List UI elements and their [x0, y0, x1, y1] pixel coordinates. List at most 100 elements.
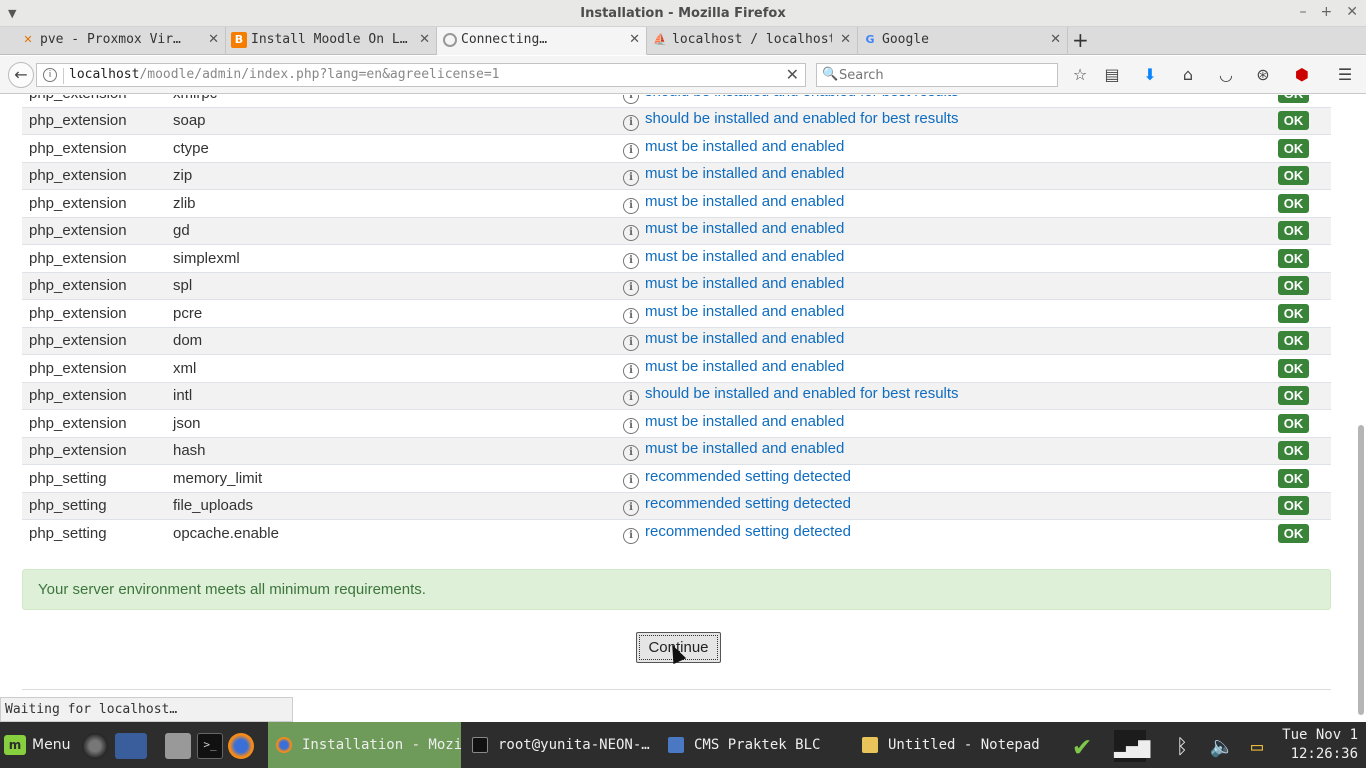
terminal-launcher-icon[interactable]: >_	[197, 733, 223, 759]
loading-icon	[443, 33, 457, 47]
url-host: localhost	[69, 67, 140, 82]
close-icon[interactable]: ✕	[1346, 4, 1358, 20]
env-report-link[interactable]: should be installed and enabled for best…	[645, 385, 959, 402]
tab-install-moodle[interactable]: B Install Moodle On L… ✕	[227, 27, 437, 55]
bookmark-star-icon[interactable]: ☆	[1070, 65, 1090, 85]
info-icon[interactable]: i	[623, 500, 639, 517]
env-report-link[interactable]: recommended setting detected	[645, 495, 851, 512]
task-firefox[interactable]: Installation - Mozill…	[268, 722, 461, 768]
tab-close-icon[interactable]: ✕	[629, 27, 640, 53]
tab-close-icon[interactable]: ✕	[840, 27, 851, 53]
footer-divider	[22, 689, 1331, 690]
info-icon[interactable]: i	[623, 95, 639, 104]
ublock-icon[interactable]: ⬢	[1292, 65, 1312, 85]
env-report-link[interactable]: recommended setting detected	[645, 523, 851, 540]
hamburger-menu-icon[interactable]: ☰	[1335, 65, 1355, 85]
files-launcher-icon[interactable]	[165, 733, 191, 759]
env-status: OK	[1256, 216, 1331, 245]
network-signal-icon[interactable]: ▂▄▆	[1114, 730, 1150, 762]
info-icon[interactable]: i	[623, 225, 639, 242]
info-icon[interactable]: i	[623, 115, 639, 132]
bluetooth-icon[interactable]: ᛒ	[1166, 730, 1198, 762]
tab-connecting[interactable]: Connecting… ✕	[437, 27, 647, 55]
status-badge: OK	[1277, 524, 1310, 543]
url-text[interactable]: localhost/moodle/admin/index.php?lang=en…	[69, 67, 499, 82]
env-info: soap	[166, 106, 616, 135]
env-name: php_extension	[22, 354, 166, 382]
info-icon[interactable]: i	[623, 280, 639, 297]
info-icon[interactable]: i	[623, 142, 639, 159]
tab-phpmyadmin[interactable]: ⛵ localhost / localhost… ✕	[648, 27, 858, 55]
tab-label: localhost / localhost…	[672, 32, 832, 47]
tab-close-icon[interactable]: ✕	[1050, 27, 1061, 53]
clock[interactable]: Tue Nov 1 12:26:36	[1282, 726, 1358, 764]
tab-close-icon[interactable]: ✕	[419, 27, 430, 53]
volume-icon[interactable]: 🔈	[1206, 730, 1238, 762]
info-icon[interactable]: i	[623, 390, 639, 407]
env-report-link[interactable]: should be installed and enabled for best…	[645, 95, 959, 100]
search-bar[interactable]: 🔍	[816, 63, 1058, 87]
info-icon[interactable]: i	[623, 362, 639, 379]
env-report-link[interactable]: must be installed and enabled	[645, 138, 844, 155]
battery-icon[interactable]: ▭	[1241, 730, 1273, 762]
extension-icon[interactable]: ⊛	[1253, 65, 1273, 85]
env-report-link[interactable]: recommended setting detected	[645, 468, 851, 485]
start-menu-button[interactable]: m Menu	[4, 735, 70, 755]
info-icon[interactable]: i	[623, 170, 639, 187]
task-notepad[interactable]: Untitled - Notepad	[854, 722, 1044, 768]
env-report-link[interactable]: should be installed and enabled for best…	[645, 110, 959, 127]
env-status: OK	[1256, 436, 1331, 465]
env-report-link[interactable]: must be installed and enabled	[645, 165, 844, 182]
page-scrollbar[interactable]	[1358, 425, 1364, 715]
env-report-link[interactable]: must be installed and enabled	[645, 248, 844, 265]
env-info: simplexml	[166, 244, 616, 272]
info-icon[interactable]: i	[623, 528, 639, 544]
env-name: php_extension	[22, 436, 166, 465]
back-arrow-icon[interactable]: ←	[8, 62, 34, 88]
url-bar[interactable]: i localhost/moodle/admin/index.php?lang=…	[36, 63, 806, 87]
tab-google[interactable]: G Google ✕	[858, 27, 1068, 55]
maximize-icon[interactable]: +	[1321, 4, 1333, 20]
firefox-launcher-icon[interactable]	[228, 733, 254, 759]
env-status: OK	[1256, 354, 1331, 382]
info-icon[interactable]: i	[623, 335, 639, 352]
terminal-icon	[472, 737, 488, 753]
minimize-icon[interactable]: –	[1300, 4, 1307, 20]
new-tab-icon[interactable]: +	[1072, 30, 1089, 50]
env-report-link[interactable]: must be installed and enabled	[645, 275, 844, 292]
task-folder[interactable]: CMS Praktek BLC	[660, 722, 850, 768]
info-icon[interactable]: i	[623, 445, 639, 462]
info-icon[interactable]: i	[623, 472, 639, 489]
pocket-icon[interactable]: ◡	[1216, 65, 1236, 85]
status-badge: OK	[1277, 303, 1310, 323]
env-report: i must be installed and enabled	[616, 134, 1256, 162]
env-name: php_extension	[22, 95, 166, 107]
info-icon[interactable]: i	[623, 252, 639, 269]
env-report-link[interactable]: must be installed and enabled	[645, 440, 844, 457]
env-info: dom	[166, 326, 616, 355]
env-report-link[interactable]: must be installed and enabled	[645, 220, 844, 237]
env-report-link[interactable]: must be installed and enabled	[645, 413, 844, 430]
stop-icon[interactable]: ✕	[786, 65, 799, 84]
env-report-link[interactable]: must be installed and enabled	[645, 330, 844, 347]
tab-close-icon[interactable]: ✕	[208, 27, 219, 53]
info-icon[interactable]: i	[623, 417, 639, 434]
search-input[interactable]	[839, 66, 1049, 84]
site-info-icon[interactable]: i	[43, 68, 57, 82]
tab-proxmox[interactable]: ✕ pve - Proxmox Vir… ✕	[16, 27, 226, 55]
task-terminal[interactable]: root@yunita-NEON-…	[464, 722, 656, 768]
env-report-link[interactable]: must be installed and enabled	[645, 358, 844, 375]
info-icon[interactable]: i	[623, 307, 639, 324]
update-manager-icon[interactable]: ✔	[1066, 730, 1098, 762]
info-icon[interactable]: i	[623, 197, 639, 214]
home-icon[interactable]: ⌂	[1178, 65, 1198, 85]
table-row: php_extension xml i must be installed and e…	[22, 354, 1331, 382]
env-report-link[interactable]: must be installed and enabled	[645, 193, 844, 210]
reading-list-icon[interactable]: ▤	[1102, 65, 1122, 85]
camera-launcher-icon[interactable]	[82, 733, 108, 759]
desktop-launcher-icon[interactable]	[115, 733, 147, 759]
env-report-link[interactable]: must be installed and enabled	[645, 303, 844, 320]
env-info: memory_limit	[166, 464, 616, 492]
download-icon[interactable]: ⬇	[1140, 65, 1160, 85]
success-alert: Your server environment meets all minimu…	[22, 569, 1331, 610]
